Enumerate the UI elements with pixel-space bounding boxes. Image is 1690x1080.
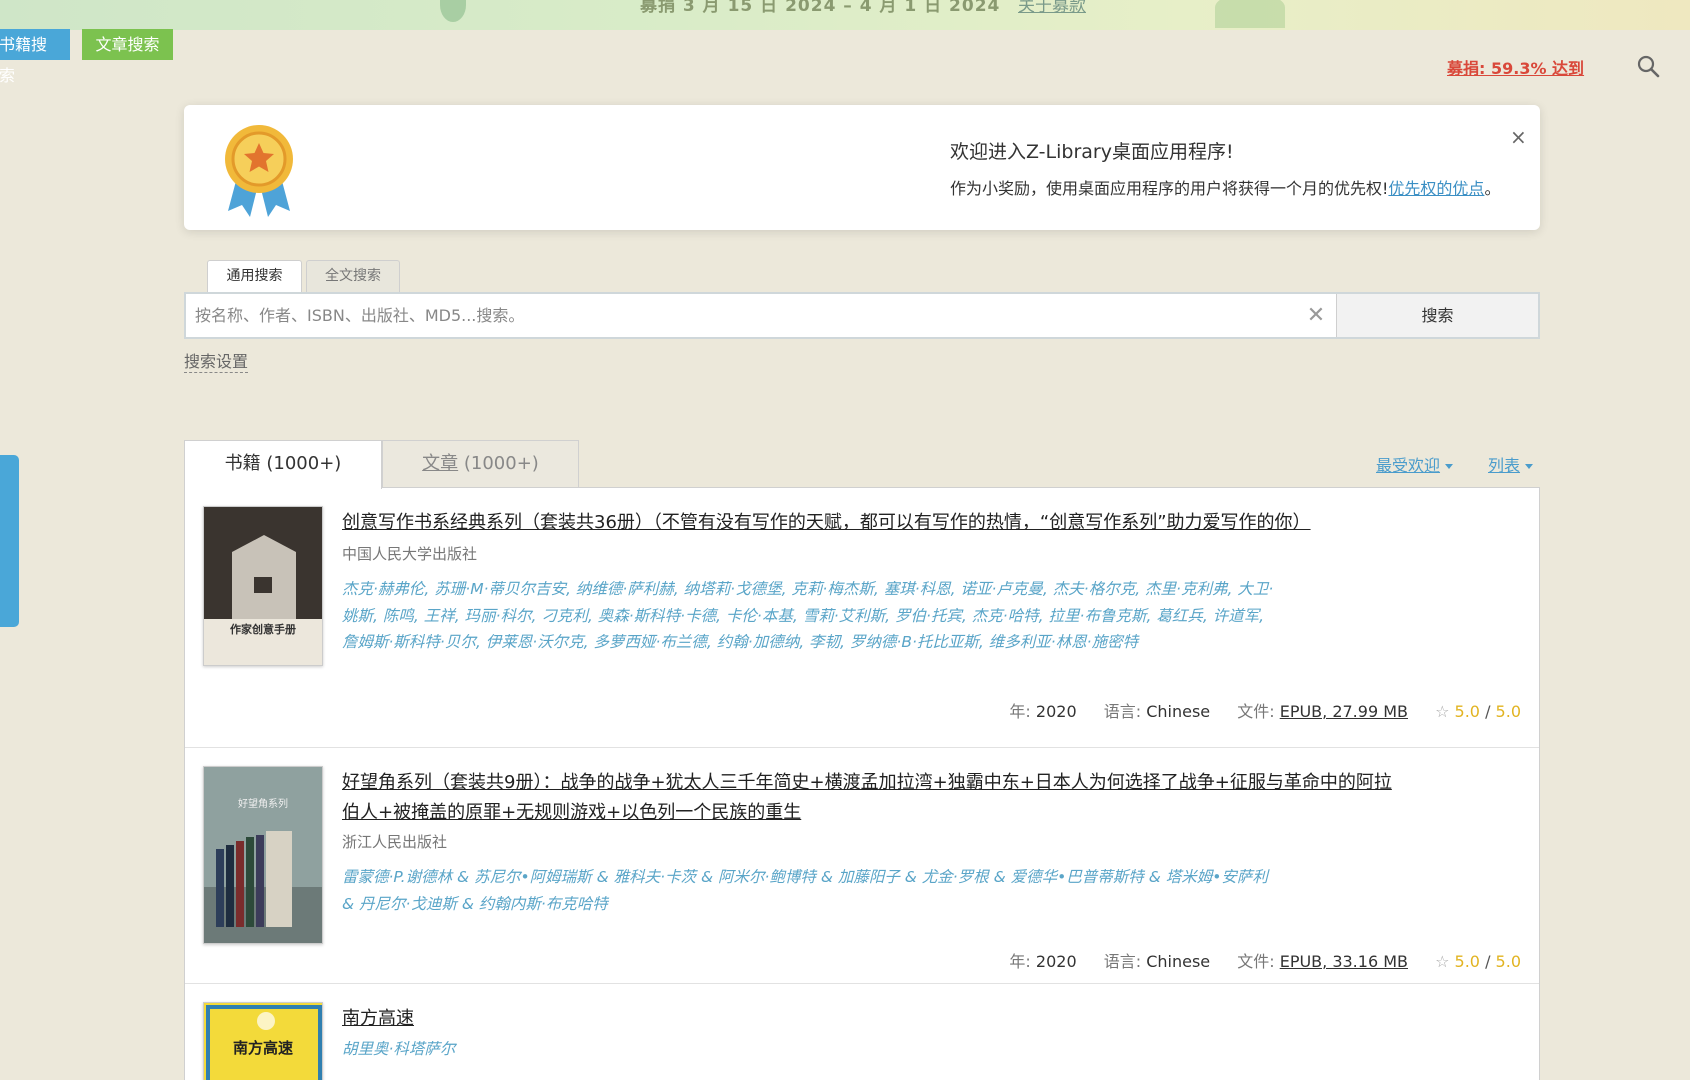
file-link[interactable]: EPUB, 27.99 MB	[1280, 702, 1408, 721]
donation-progress-link[interactable]: 募捐: 59.3% 达到	[1447, 55, 1584, 79]
leaf-decoration	[1215, 0, 1285, 28]
donation-banner: 募捐 3 月 15 日 2024 – 4 月 1 日 2024 关于募款	[0, 0, 1690, 30]
file-label: 文件:	[1237, 702, 1280, 721]
articles-tab-count: (1000+)	[458, 453, 539, 474]
rating-value: 5.0	[1454, 952, 1480, 971]
book-cover[interactable]: 南方高速	[203, 1002, 323, 1080]
tab-fulltext-search[interactable]: 全文搜索	[306, 260, 400, 292]
book-publisher[interactable]: 浙江人民出版社	[342, 831, 447, 852]
welcome-title: 欢迎进入Z-Library桌面应用程序!	[950, 141, 1234, 163]
search-button[interactable]: 搜索	[1336, 294, 1538, 337]
search-icon[interactable]	[1636, 54, 1660, 78]
cover-title: 南方高速	[232, 1039, 293, 1057]
book-cover[interactable]: 作家创意手册	[203, 506, 323, 666]
view-list-label: 列表	[1488, 456, 1521, 475]
close-icon[interactable]: ×	[1510, 125, 1527, 149]
rating-separator: /	[1479, 952, 1496, 971]
book-meta: 年: 2020 语言: Chinese 文件: EPUB, 33.16 MB ☆…	[1009, 948, 1521, 972]
star-icon: ☆	[1435, 702, 1450, 721]
leaf-decoration	[440, 0, 466, 22]
year-label: 年:	[1009, 702, 1036, 721]
clear-icon[interactable]: ✕	[1296, 294, 1336, 337]
sort-popular-label: 最受欢迎	[1376, 456, 1441, 475]
list-item: 好望角系列 好望角系列（套装共9册）：战争的战争+犹太人三千年简史+横渡孟加拉湾…	[185, 748, 1539, 984]
rating-max: 5.0	[1495, 952, 1521, 971]
rating-value: 5.0	[1454, 702, 1480, 721]
articles-tab-label: 文章	[422, 453, 459, 474]
welcome-notice: 欢迎进入Z-Library桌面应用程序! 作为小奖励，使用桌面应用程序的用户将获…	[184, 105, 1540, 230]
book-search-mode-button[interactable]: 书籍搜索	[0, 29, 70, 85]
year-label: 年:	[1009, 952, 1036, 971]
star-icon: ☆	[1435, 952, 1450, 971]
sort-popular-dropdown[interactable]: 最受欢迎	[1376, 452, 1454, 476]
search-settings-link[interactable]: 搜索设置	[184, 352, 249, 373]
welcome-desc-suffix: 。	[1484, 179, 1501, 198]
book-authors[interactable]: 胡里奥·科塔萨尔	[342, 1036, 1282, 1063]
year-value: 2020	[1035, 702, 1077, 721]
file-link[interactable]: EPUB, 33.16 MB	[1280, 952, 1408, 971]
book-cover[interactable]: 好望角系列	[203, 766, 323, 944]
language-label: 语言:	[1103, 952, 1147, 971]
chevron-down-icon	[1445, 464, 1454, 469]
welcome-description: 作为小奖励，使用桌面应用程序的用户将获得一个月的优先权!优先权的优点。	[950, 175, 1500, 199]
donation-dates: 募捐 3 月 15 日 2024 – 4 月 1 日 2024	[640, 0, 1001, 16]
rating-max: 5.0	[1495, 702, 1521, 721]
tab-general-search[interactable]: 通用搜索	[207, 260, 302, 293]
year-value: 2020	[1035, 952, 1077, 971]
book-results-list: 作家创意手册 创意写作书系经典系列（套装共36册）（不管有没有写作的天赋，都可以…	[184, 487, 1540, 1080]
book-meta: 年: 2020 语言: Chinese 文件: EPUB, 27.99 MB ☆…	[1009, 698, 1521, 722]
language-label: 语言:	[1103, 702, 1147, 721]
language-value: Chinese	[1146, 952, 1211, 971]
rating-separator: /	[1479, 702, 1496, 721]
view-list-dropdown[interactable]: 列表	[1488, 452, 1534, 476]
book-title-link[interactable]: 南方高速	[342, 1004, 1402, 1034]
book-title-link[interactable]: 创意写作书系经典系列（套装共36册）（不管有没有写作的天赋，都可以有写作的热情，…	[342, 508, 1402, 538]
search-input[interactable]	[186, 294, 1296, 337]
list-item: 南方高速 南方高速 胡里奥·科塔萨尔	[185, 984, 1539, 1080]
priority-benefits-link[interactable]: 优先权的优点	[1388, 179, 1484, 198]
list-item: 作家创意手册 创意写作书系经典系列（套装共36册）（不管有没有写作的天赋，都可以…	[185, 488, 1539, 748]
book-publisher[interactable]: 中国人民大学出版社	[342, 543, 477, 564]
about-donation-link[interactable]: 关于募款	[1018, 0, 1086, 16]
search-bar: ✕ 搜索	[184, 292, 1540, 339]
article-search-mode-button[interactable]: 文章搜索	[82, 29, 173, 60]
welcome-desc-text: 作为小奖励，使用桌面应用程序的用户将获得一个月的优先权!	[950, 179, 1389, 198]
medal-icon	[225, 125, 293, 217]
book-title-link[interactable]: 好望角系列（套装共9册）：战争的战争+犹太人三千年简史+横渡孟加拉湾+独霸中东+…	[342, 768, 1402, 828]
file-label: 文件:	[1237, 952, 1280, 971]
tab-books-results[interactable]: 书籍 (1000+)	[184, 440, 382, 489]
book-authors[interactable]: 杰克·赫弗伦, 苏珊·M·蒂贝尔吉安, 纳维德·萨利赫, 纳塔莉·戈德堡, 克莉…	[342, 576, 1282, 656]
cover-art	[204, 767, 322, 943]
side-feedback-tab[interactable]	[0, 455, 19, 627]
cover-title: 好望角系列	[238, 799, 288, 810]
chevron-down-icon	[1525, 464, 1534, 469]
tab-articles-results[interactable]: 文章 (1000+)	[382, 440, 579, 488]
cover-art	[204, 507, 322, 665]
cover-title: 作家创意手册	[230, 623, 296, 636]
language-value: Chinese	[1146, 702, 1211, 721]
book-authors[interactable]: 雷蒙德·P.谢德林 & 苏尼尔•阿姆瑞斯 & 雅科夫·卡茨 & 阿米尔·鲍博特 …	[342, 864, 1282, 917]
